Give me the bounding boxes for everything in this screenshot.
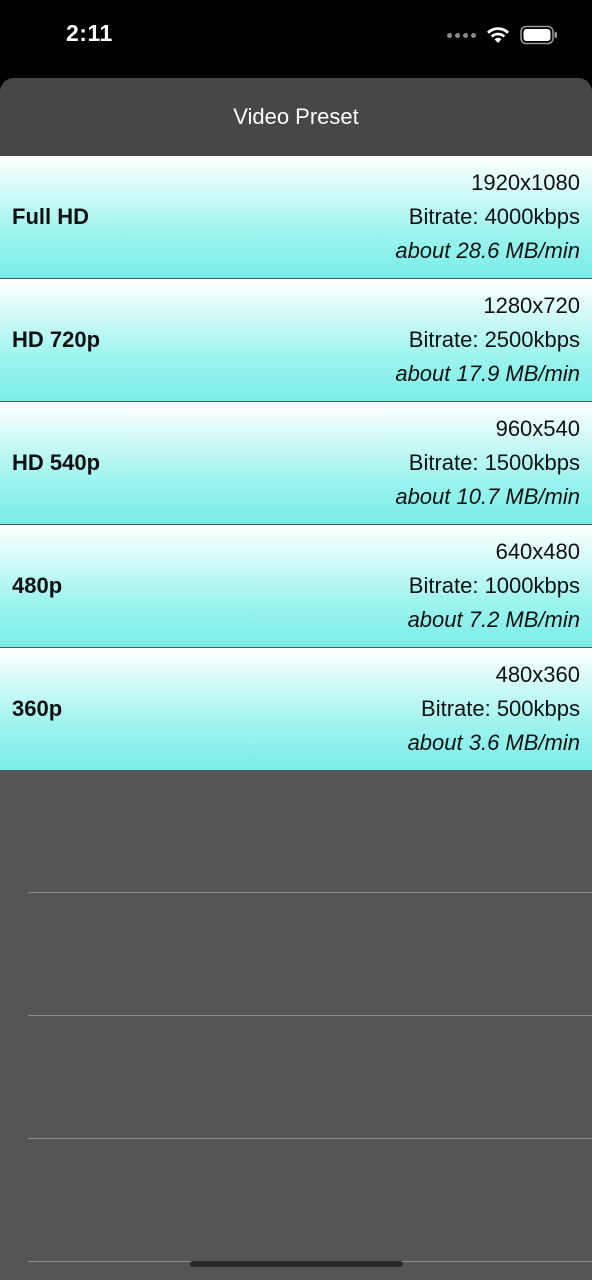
page-title: Video Preset — [233, 104, 359, 129]
preset-row-480p[interactable]: 480p 640x480 Bitrate: 1000kbps about 7.2… — [0, 525, 592, 647]
preset-resolution: 640x480 — [495, 539, 580, 564]
navigation-bar: Video Preset — [0, 78, 592, 156]
preset-name: Full HD — [12, 204, 89, 229]
preset-size: about 10.7 MB/min — [395, 484, 580, 509]
preset-size: about 28.6 MB/min — [395, 238, 580, 263]
battery-icon — [520, 25, 557, 45]
preset-name: 360p — [12, 696, 63, 721]
preset-bitrate: Bitrate: 1500kbps — [408, 450, 580, 475]
cellular-signal-icon — [447, 32, 476, 38]
preset-info: 640x480 Bitrate: 1000kbps about 7.2 MB/m… — [408, 535, 580, 637]
wifi-icon — [487, 27, 509, 43]
preset-info: 480x360 Bitrate: 500kbps about 3.6 MB/mi… — [408, 658, 580, 760]
preset-bitrate: Bitrate: 500kbps — [421, 696, 580, 721]
home-indicator[interactable] — [190, 1261, 403, 1267]
row-separator — [28, 1015, 592, 1016]
preset-list: Full HD 1920x1080 Bitrate: 4000kbps abou… — [0, 156, 592, 770]
preset-sheet: Video Preset Full HD 1920x1080 Bitrate: … — [0, 78, 592, 1280]
preset-resolution: 960x540 — [495, 416, 580, 441]
preset-name: HD 540p — [12, 450, 101, 475]
preset-row-full-hd[interactable]: Full HD 1920x1080 Bitrate: 4000kbps abou… — [0, 156, 592, 278]
preset-info: 1920x1080 Bitrate: 4000kbps about 28.6 M… — [395, 166, 580, 268]
row-separator — [28, 892, 592, 893]
preset-resolution: 1920x1080 — [471, 170, 580, 195]
preset-bitrate: Bitrate: 4000kbps — [408, 204, 580, 229]
status-bar: 2:11 — [0, 0, 592, 78]
row-separator — [28, 1138, 592, 1139]
preset-bitrate: Bitrate: 1000kbps — [408, 573, 580, 598]
preset-size: about 17.9 MB/min — [395, 361, 580, 386]
preset-bitrate: Bitrate: 2500kbps — [408, 327, 580, 352]
preset-info: 1280x720 Bitrate: 2500kbps about 17.9 MB… — [395, 289, 580, 391]
preset-size: about 3.6 MB/min — [407, 730, 580, 755]
preset-resolution: 1280x720 — [483, 293, 580, 318]
preset-name: HD 720p — [12, 327, 101, 352]
status-time: 2:11 — [66, 20, 113, 46]
preset-row-hd-720p[interactable]: HD 720p 1280x720 Bitrate: 2500kbps about… — [0, 279, 592, 401]
preset-size: about 7.2 MB/min — [407, 607, 580, 632]
preset-info: 960x540 Bitrate: 1500kbps about 10.7 MB/… — [395, 412, 580, 514]
status-icons — [447, 24, 558, 46]
preset-resolution: 480x360 — [495, 662, 580, 687]
preset-row-hd-540p[interactable]: HD 540p 960x540 Bitrate: 1500kbps about … — [0, 402, 592, 524]
preset-name: 480p — [12, 573, 63, 598]
preset-row-360p[interactable]: 360p 480x360 Bitrate: 500kbps about 3.6 … — [0, 648, 592, 770]
